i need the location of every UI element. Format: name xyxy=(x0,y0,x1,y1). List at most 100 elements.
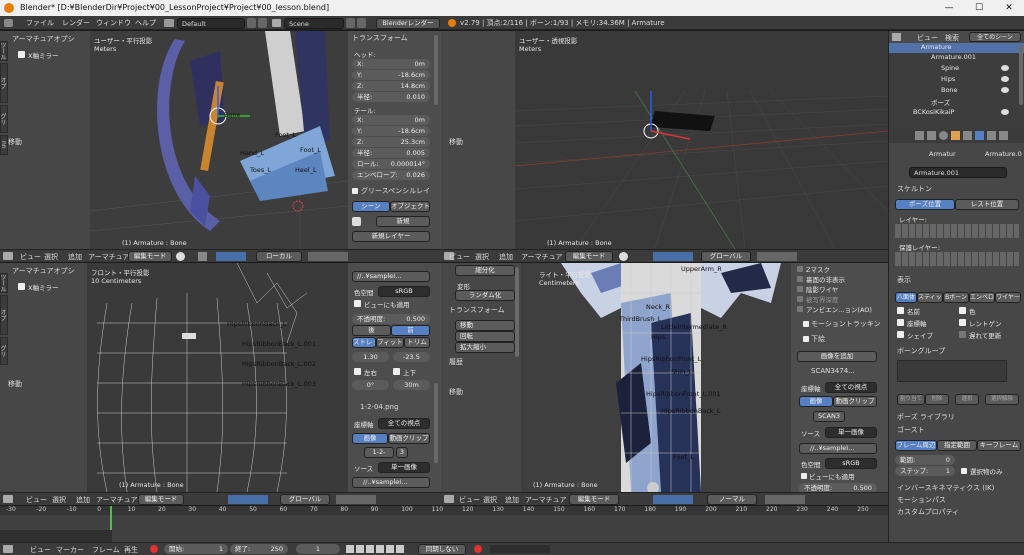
ghost-step-field[interactable]: ステップ: 1 xyxy=(895,466,955,476)
shaded-wire-checkbox[interactable] xyxy=(797,286,803,292)
timeline-menu-playback[interactable]: 再生 xyxy=(124,545,138,555)
manipulator-icon[interactable] xyxy=(653,495,693,504)
protected-layers-grid[interactable] xyxy=(895,252,1019,266)
tab-grease[interactable]: グリ xyxy=(0,337,8,365)
grease-object-button[interactable]: オブジェクト xyxy=(390,201,430,212)
manipulator-icon[interactable] xyxy=(216,252,246,261)
br-menu-view[interactable]: ビュー xyxy=(459,495,480,505)
flipy-checkbox[interactable] xyxy=(393,368,400,375)
tab-tools[interactable]: ツール xyxy=(0,273,8,293)
head-z-field[interactable]: Z: 14.8cm xyxy=(352,81,430,91)
dof-checkbox[interactable] xyxy=(797,296,803,302)
timeline-menu-view[interactable]: ビュー xyxy=(30,545,51,555)
pivot-icon[interactable] xyxy=(198,252,207,261)
eye-icon[interactable] xyxy=(1001,76,1009,82)
bl-menu-select[interactable]: 選択 xyxy=(52,495,66,505)
layout-field[interactable]: Default xyxy=(177,18,245,29)
record-icon[interactable] xyxy=(150,545,158,553)
grease-new-button[interactable]: 新規 xyxy=(376,216,430,227)
axes-checkbox[interactable] xyxy=(897,319,904,326)
ao-checkbox[interactable] xyxy=(797,306,803,312)
motion-tracking-checkbox[interactable] xyxy=(803,321,809,327)
menu-window[interactable]: ウィンドウ xyxy=(96,18,131,28)
br-opacity-field[interactable]: 不透明度: 0.500 xyxy=(799,483,877,492)
scene-field[interactable]: Scene xyxy=(284,18,344,29)
br-source-select[interactable]: 単一画像 xyxy=(825,427,877,438)
scale-y-field[interactable]: -23.5 xyxy=(393,352,430,362)
envelope-field[interactable]: エンベロープ: 0.026 xyxy=(352,170,430,180)
bl-viewport[interactable]: フロント・平行投影 10 Centimeters HipsRibbonBack_… xyxy=(87,263,348,492)
timeline-editor-icon[interactable] xyxy=(3,545,13,553)
image-users-field[interactable]: 3 xyxy=(396,447,408,458)
bl-bg-file2-field[interactable]: //..¥sampleI... xyxy=(352,477,430,488)
br-mode-select[interactable]: 編集モード xyxy=(569,494,619,505)
close-button[interactable]: ✕ xyxy=(994,0,1024,16)
front-button[interactable]: 前 xyxy=(391,325,430,336)
add-scene-icon[interactable] xyxy=(346,18,355,28)
layers-icon[interactable] xyxy=(308,252,348,261)
menu-render[interactable]: レンダー xyxy=(62,18,90,28)
br-viewas-checkbox[interactable] xyxy=(801,473,807,479)
bbone-button[interactable]: Bボーン xyxy=(943,292,969,303)
br-orientation-select[interactable]: ノーマル xyxy=(707,494,757,505)
menu-help[interactable]: ヘルプ xyxy=(135,18,156,28)
add-image-button[interactable]: 画像を追加 xyxy=(797,351,877,362)
opacity-field[interactable]: 不透明度: 0.500 xyxy=(352,314,430,324)
bl-props-scrollbar[interactable] xyxy=(434,383,438,463)
bl-xmirror-checkbox[interactable] xyxy=(18,283,25,290)
bone-tab-icon[interactable] xyxy=(987,131,996,140)
tr-menu-armature[interactable]: アーマチュア xyxy=(521,252,562,262)
ghost-range-field[interactable]: 範囲: 0 xyxy=(895,455,955,465)
scene-icon[interactable] xyxy=(272,19,281,27)
prev-key-icon[interactable] xyxy=(356,545,364,553)
outliner-item[interactable]: BCKosiKikaiP xyxy=(913,108,954,116)
bl-menu-armature[interactable]: アーマチュア xyxy=(96,495,137,505)
bl-menu-add[interactable]: 追加 xyxy=(76,495,90,505)
tl-viewport[interactable]: ユーザー・平行投影 Meters Bone Hand_L Foot_L Foot… xyxy=(90,31,348,249)
bone-groups-list[interactable] xyxy=(897,360,1007,382)
tl-menu-view[interactable]: ビュー xyxy=(20,252,41,262)
outliner-menu-view[interactable]: ビュー xyxy=(917,33,938,43)
tr-menu-select[interactable]: 選択 xyxy=(475,252,489,262)
tl-xmirror-checkbox[interactable] xyxy=(18,51,25,58)
tl-mode-select[interactable]: 編集モード xyxy=(128,251,172,262)
br-menu-add[interactable]: 追加 xyxy=(505,495,519,505)
constraint-tab-icon[interactable] xyxy=(963,131,972,140)
br-image-button[interactable]: 画像 xyxy=(799,396,833,407)
manipulator-icon[interactable] xyxy=(653,252,693,261)
outliner-item[interactable]: Armature.001 xyxy=(931,53,976,61)
rotation-field[interactable]: 0° xyxy=(352,380,389,390)
deselect-button[interactable]: 選択解除 xyxy=(985,394,1019,405)
delay-checkbox[interactable] xyxy=(959,331,966,338)
end-frame-field[interactable]: 終了: 250 xyxy=(230,544,288,554)
tab-tools[interactable]: ツール xyxy=(0,41,8,61)
tail-y-field[interactable]: Y: -18.6cm xyxy=(352,126,430,136)
br-colorspace-select[interactable]: sRGB xyxy=(825,458,877,469)
bl-bg-file-field[interactable]: //..¥sampleI... xyxy=(352,271,430,282)
background-images-checkbox[interactable] xyxy=(803,336,809,342)
current-frame-field[interactable]: 1 xyxy=(296,544,340,554)
tl-props-scrollbar[interactable] xyxy=(434,35,438,105)
outliner-item[interactable]: ポーズ xyxy=(931,97,950,107)
head-y-field[interactable]: Y: -18.6cm xyxy=(352,70,430,80)
tail-radius-field[interactable]: 半径: 0.005 xyxy=(352,148,430,158)
br-image-name-field[interactable]: SCAN3 xyxy=(813,411,845,422)
stick-button[interactable]: スティック xyxy=(917,292,943,303)
timeline-menu-marker[interactable]: マーカー xyxy=(56,545,84,555)
rest-position-button[interactable]: レスト位置 xyxy=(955,199,1019,210)
shapes-checkbox[interactable] xyxy=(897,331,904,338)
bl-menu-view[interactable]: ビュー xyxy=(26,495,47,505)
ghost-around-frame-button[interactable]: フレーム周辺 xyxy=(895,440,937,451)
scale-x-field[interactable]: 1.30 xyxy=(352,352,389,362)
xray-checkbox[interactable] xyxy=(959,319,966,326)
screen-layout-icon[interactable] xyxy=(164,19,174,27)
bl-orientation-select[interactable]: グローバル xyxy=(280,494,330,505)
tr-menu-add[interactable]: 追加 xyxy=(499,252,513,262)
tl-menu-select[interactable]: 選択 xyxy=(44,252,58,262)
tab-grease[interactable]: グリ xyxy=(0,105,8,133)
back-button[interactable]: 後 xyxy=(352,325,391,336)
view3d-editor-icon[interactable] xyxy=(444,495,454,503)
view3d-editor-icon[interactable] xyxy=(3,252,13,260)
br-menu-select[interactable]: 選択 xyxy=(483,495,497,505)
randomize-button[interactable]: ランダム化 xyxy=(455,290,515,301)
